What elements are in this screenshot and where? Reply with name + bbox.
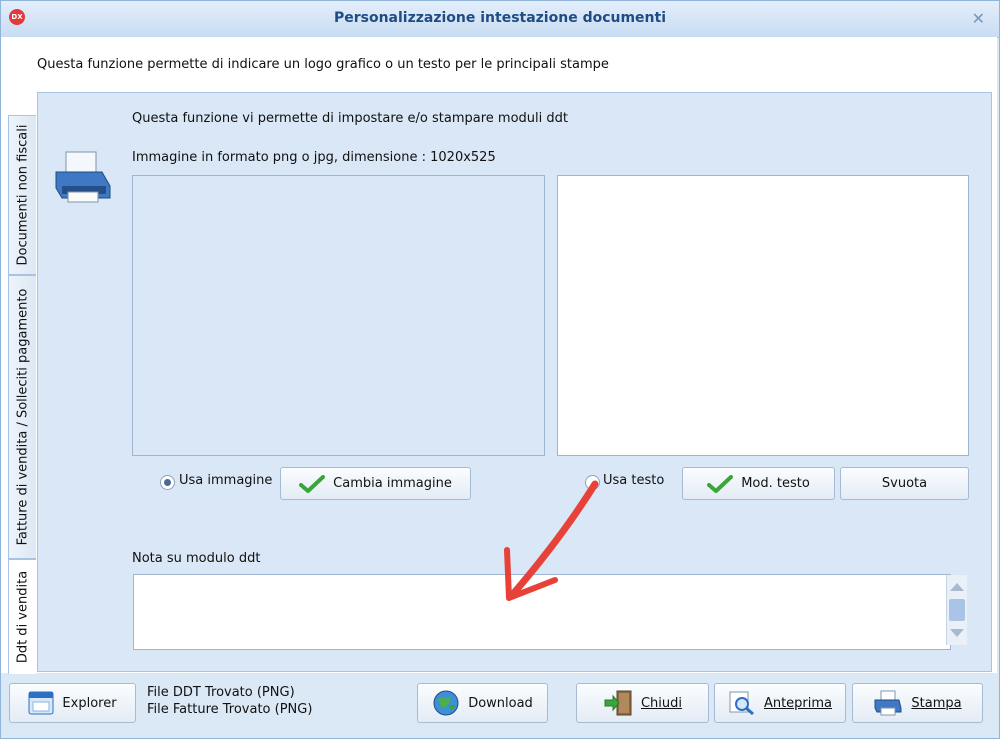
scroll-thumb[interactable]: [949, 599, 965, 621]
windows-icon: [28, 691, 54, 715]
note-scrollbar[interactable]: [946, 575, 967, 645]
page-description: Questa funzione permette di indicare un …: [37, 57, 609, 72]
explorer-label: Explorer: [62, 695, 117, 711]
download-button[interactable]: Download: [417, 683, 548, 723]
checkmark-icon: [299, 474, 326, 493]
change-image-button[interactable]: Cambia immagine: [280, 467, 471, 500]
tab-fatture-di-vendita[interactable]: Fatture di vendita / Solleciti pagamento: [8, 275, 36, 559]
exit-door-icon: [603, 690, 633, 716]
change-image-label: Cambia immagine: [333, 476, 452, 491]
status-fatture: File Fatture Trovato (PNG): [147, 702, 313, 717]
printer-icon: [873, 690, 903, 716]
tab-label: Ddt di vendita: [15, 570, 30, 664]
note-label: Nota su modulo ddt: [132, 551, 261, 566]
download-label: Download: [468, 695, 533, 711]
close-button[interactable]: Chiudi: [576, 683, 709, 723]
tab-ddt-di-vendita[interactable]: Ddt di vendita: [8, 559, 36, 675]
vertical-tab-strip: Documenti non fiscali Fatture di vendita…: [8, 115, 37, 675]
scroll-down-icon[interactable]: [950, 629, 964, 637]
printer-icon: [55, 151, 111, 203]
close-icon[interactable]: ✕: [972, 9, 985, 28]
print-label: Stampa: [911, 695, 962, 711]
print-button[interactable]: Stampa: [852, 683, 983, 723]
edit-text-button[interactable]: Mod. testo: [682, 467, 835, 500]
magnifier-icon: [728, 690, 756, 716]
title-bar[interactable]: DX Personalizzazione intestazione docume…: [1, 1, 999, 38]
tab-documenti-non-fiscali[interactable]: Documenti non fiscali: [8, 115, 36, 275]
scroll-up-icon[interactable]: [950, 583, 964, 591]
preview-button[interactable]: Anteprima: [714, 683, 846, 723]
clear-button[interactable]: Svuota: [840, 467, 969, 500]
image-size-hint: Immagine in formato png o jpg, dimension…: [132, 150, 496, 165]
clear-label: Svuota: [881, 476, 928, 491]
checkmark-icon: [707, 474, 734, 493]
edit-text-label: Mod. testo: [741, 476, 810, 491]
status-ddt: File DDT Trovato (PNG): [147, 685, 295, 700]
tab-label: Documenti non fiscali: [15, 124, 30, 266]
explorer-button[interactable]: Explorer: [9, 683, 136, 723]
preview-label: Anteprima: [763, 695, 833, 711]
tab-label: Fatture di vendita / Solleciti pagamento: [15, 288, 30, 546]
use-image-radio[interactable]: [160, 475, 175, 490]
close-label: Chiudi: [640, 695, 683, 711]
text-preview: [557, 175, 969, 456]
use-image-label: Usa immagine: [179, 473, 273, 488]
window-title: Personalizzazione intestazione documenti: [333, 10, 667, 26]
image-preview: [132, 175, 545, 456]
panel-intro: Questa funzione vi permette di impostare…: [132, 111, 568, 126]
globe-icon: [432, 689, 460, 717]
annotation-arrow-icon: [504, 480, 599, 601]
